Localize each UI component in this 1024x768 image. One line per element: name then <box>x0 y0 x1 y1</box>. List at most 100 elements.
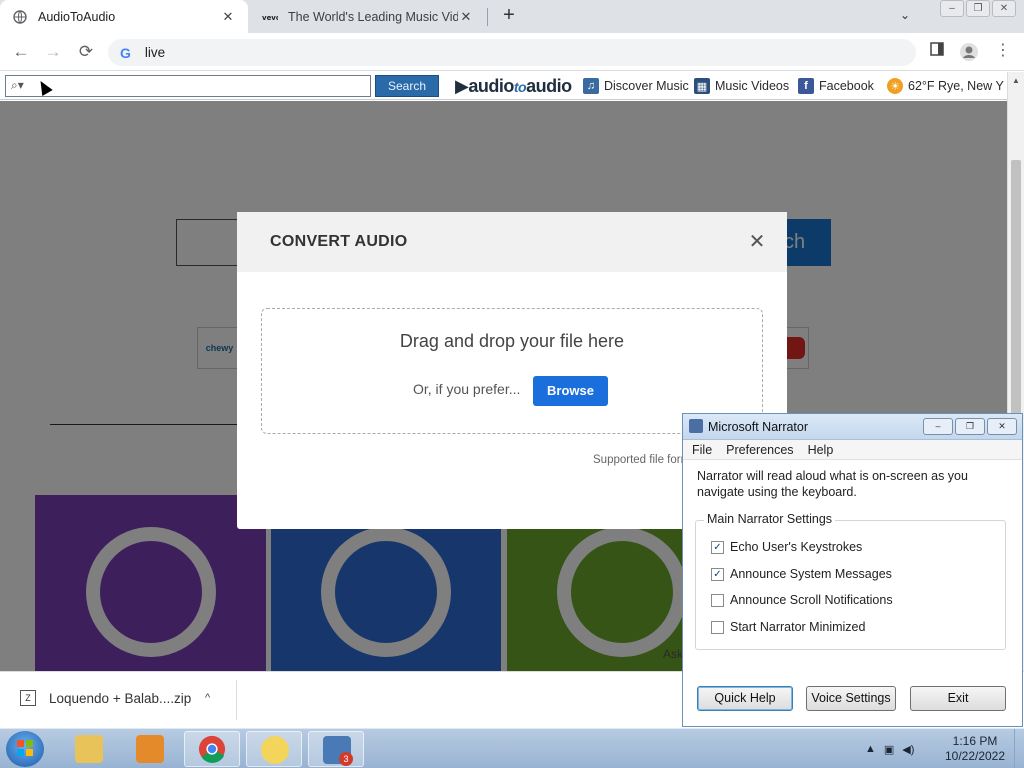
start-minimized-checkbox[interactable] <box>711 620 724 634</box>
drop-zone-title: Drag and drop your file here <box>399 331 625 351</box>
narrator-app-icon <box>261 736 289 764</box>
taskbar-search-app[interactable]: 3 <box>308 731 364 767</box>
narrator-minimize-button[interactable]: – <box>923 418 953 435</box>
echo-keystrokes-checkbox[interactable]: ✓ <box>711 540 724 554</box>
back-button[interactable]: ← <box>10 41 32 63</box>
announce-system-messages-checkbox[interactable]: ✓ <box>711 567 724 581</box>
explorer-folder-icon <box>75 735 103 763</box>
toolbar-search-box[interactable]: ⌕▾ <box>5 75 371 97</box>
audiotoaudio-toolbar: ⌕▾ Search ▶audiotoaudio ♫ Discover Music… <box>0 72 1007 100</box>
clock-time: 1:16 PM <box>952 734 998 748</box>
narrator-close-button[interactable]: ✕ <box>987 418 1017 435</box>
start-minimized-option[interactable]: Start Narrator Minimized <box>711 620 865 634</box>
option-label: Announce System Messages <box>730 567 892 581</box>
close-window-button[interactable]: ✕ <box>992 0 1016 17</box>
narrator-menubar: File Preferences Help <box>683 440 1022 460</box>
narrator-settings-group: Main Narrator Settings ✓ Echo User's Key… <box>695 512 1006 650</box>
shelf-divider <box>236 680 237 720</box>
taskbar-media-player[interactable] <box>122 731 178 767</box>
network-icon[interactable]: ▣ <box>884 743 894 756</box>
link-label: Discover Music <box>604 79 689 93</box>
weather-link[interactable]: ☀ 62°F Rye, New Y <box>887 78 1004 94</box>
address-text: live <box>144 45 166 60</box>
download-options-chevron[interactable]: ^ <box>205 692 210 704</box>
chrome-icon <box>198 735 226 763</box>
show-hidden-icons-icon[interactable]: ▲ <box>865 743 876 755</box>
facebook-link[interactable]: f Facebook <box>798 78 874 94</box>
menu-help[interactable]: Help <box>808 443 834 457</box>
music-note-icon: ♫ <box>583 78 599 94</box>
toolbar-search-button[interactable]: Search <box>375 75 439 97</box>
tab-close-icon[interactable]: ✕ <box>220 9 236 25</box>
menu-kebab-icon[interactable]: ⋮ <box>993 42 1013 62</box>
narrator-maximize-button[interactable]: ❐ <box>955 418 985 435</box>
menu-file[interactable]: File <box>692 443 712 457</box>
tab-vevo[interactable]: vevo The World's Leading Music Video ✕ <box>250 0 486 33</box>
tab-strip: AudioToAudio ✕ vevo The World's Leading … <box>0 0 1024 33</box>
drop-zone-alt-text: Or, if you prefer... <box>413 381 521 397</box>
link-label: Music Videos <box>715 79 790 93</box>
tab-close-icon[interactable]: ✕ <box>458 9 474 25</box>
narrator-app-icon <box>689 419 703 433</box>
scroll-up-icon[interactable]: ▲ <box>1008 72 1024 89</box>
option-label: Announce Scroll Notifications <box>730 593 893 607</box>
music-videos-link[interactable]: ▦ Music Videos <box>694 78 789 94</box>
dialog-title: CONVERT AUDIO <box>270 233 408 250</box>
weather-icon: ☀ <box>887 78 903 94</box>
globe-icon <box>12 9 28 25</box>
audiotoaudio-logo[interactable]: ▶audiotoaudio <box>455 76 572 97</box>
exit-button[interactable]: Exit <box>910 686 1006 711</box>
supported-formats-text: Supported file form <box>593 454 691 466</box>
taskbar-chrome[interactable] <box>184 731 240 767</box>
voice-settings-button[interactable]: Voice Settings <box>806 686 896 711</box>
search-icon: ⌕▾ <box>11 78 24 92</box>
forward-button[interactable]: → <box>42 41 64 63</box>
show-desktop-button[interactable] <box>1014 729 1024 768</box>
link-label: 62°F Rye, New Y <box>908 79 1004 93</box>
discover-music-link[interactable]: ♫ Discover Music <box>583 78 689 94</box>
narrator-window: Microsoft Narrator – ❐ ✕ File Preference… <box>682 413 1023 727</box>
echo-keystrokes-option[interactable]: ✓ Echo User's Keystrokes <box>711 540 862 554</box>
maximize-button[interactable]: ❐ <box>966 0 990 17</box>
vevo-icon: vevo <box>262 9 278 25</box>
dialog-close-button[interactable]: ✕ <box>747 229 767 253</box>
clock-date: 10/22/2022 <box>944 749 1006 763</box>
reload-button[interactable]: ⟳ <box>75 41 97 63</box>
logo-part-right: audio <box>526 76 572 96</box>
taskbar-narrator[interactable] <box>246 731 302 767</box>
announce-scroll-option[interactable]: Announce Scroll Notifications <box>711 593 893 607</box>
narrator-titlebar[interactable]: Microsoft Narrator – ❐ ✕ <box>683 414 1022 440</box>
toolbar-search-input[interactable] <box>6 76 370 96</box>
tab-audiotoaudio[interactable]: AudioToAudio ✕ <box>0 0 248 33</box>
new-tab-button[interactable]: + <box>498 5 520 27</box>
tab-title: The World's Leading Music Video <box>288 9 458 24</box>
browse-button[interactable]: Browse <box>533 376 608 406</box>
menu-preferences[interactable]: Preferences <box>726 443 793 457</box>
download-item[interactable]: Z Loquendo + Balab....zip <box>20 690 191 706</box>
announce-scroll-checkbox[interactable] <box>711 593 724 607</box>
taskbar-explorer[interactable] <box>61 731 117 767</box>
window-controls: – ❐ ✕ <box>940 0 1016 17</box>
system-clock[interactable]: 1:16 PM 10/22/2022 <box>935 734 1015 764</box>
link-label: Facebook <box>819 79 874 93</box>
tab-title: AudioToAudio <box>38 9 116 24</box>
option-label: Start Narrator Minimized <box>730 620 866 634</box>
option-label: Echo User's Keystrokes <box>730 540 863 554</box>
narrator-description: Narrator will read aloud what is on-scre… <box>697 469 968 499</box>
windows-logo-icon <box>17 740 33 756</box>
zip-file-icon: Z <box>20 690 36 706</box>
dialog-header: CONVERT AUDIO ✕ <box>237 212 787 272</box>
announce-system-messages-option[interactable]: ✓ Announce System Messages <box>711 567 892 581</box>
tab-separator <box>487 8 488 26</box>
address-bar[interactable]: G live <box>108 39 916 66</box>
quick-help-button[interactable]: Quick Help <box>697 686 793 711</box>
start-button[interactable] <box>6 731 44 767</box>
volume-icon[interactable]: ◀) <box>902 743 914 756</box>
tab-search-button[interactable]: ⌄ <box>896 8 914 26</box>
media-player-icon <box>136 735 164 763</box>
profile-avatar-icon[interactable] <box>959 42 979 62</box>
side-panel-icon[interactable] <box>927 42 947 62</box>
google-icon: G <box>120 44 131 61</box>
svg-text:vevo: vevo <box>262 14 278 21</box>
minimize-button[interactable]: – <box>940 0 964 17</box>
